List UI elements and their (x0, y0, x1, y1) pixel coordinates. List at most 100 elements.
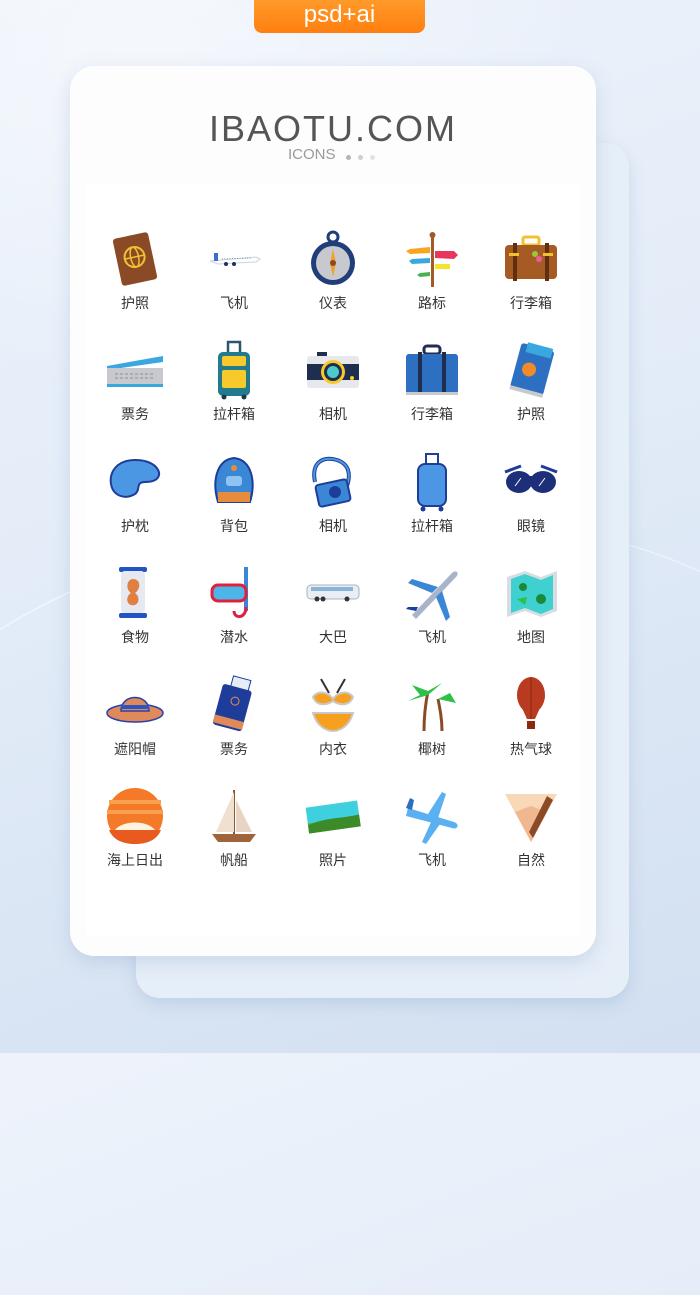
icon-label: 拉杆箱 (411, 519, 453, 535)
icon-label: 自然 (517, 853, 545, 869)
passport-blue-icon (501, 340, 561, 400)
icon-item[interactable]: 热气球 (482, 675, 580, 786)
trolley-case-icon (204, 340, 264, 400)
icon-label: 遮阳帽 (114, 742, 156, 758)
icon-item[interactable]: 内衣 (284, 675, 382, 786)
icon-item[interactable]: 飞机 (383, 563, 481, 674)
icon-item[interactable]: 潜水 (185, 563, 283, 674)
icon-label: 拉杆箱 (213, 407, 255, 423)
sailboat-icon (204, 786, 264, 846)
icon-label: 背包 (220, 519, 248, 535)
icon-item[interactable]: 相机 (284, 452, 382, 563)
hot-air-balloon-icon (501, 675, 561, 735)
camera-icon (303, 340, 363, 400)
icon-item[interactable]: 飞机 (185, 229, 283, 340)
icon-label: 热气球 (510, 742, 552, 758)
icon-item[interactable]: 眼镜 (482, 452, 580, 563)
airplane-grey-icon (402, 563, 462, 623)
photo-icon (303, 786, 363, 846)
icon-item[interactable]: 照片 (284, 786, 382, 897)
tickets-icon (105, 340, 165, 400)
icon-label: 食物 (121, 630, 149, 646)
icon-item[interactable]: 行李箱 (383, 340, 481, 451)
icon-label: 照片 (319, 853, 347, 869)
icon-label: 飞机 (418, 630, 446, 646)
icon-item[interactable]: 护枕 (86, 452, 184, 563)
icon-label: 飞机 (220, 296, 248, 312)
icon-item[interactable]: 行李箱 (482, 229, 580, 340)
icon-label: 行李箱 (510, 296, 552, 312)
icon-label: 潜水 (220, 630, 248, 646)
ticket-passport-icon (204, 675, 264, 735)
sunglasses-icon (501, 452, 561, 512)
backpack-icon (204, 452, 264, 512)
subtitle-row: ICONS (70, 146, 596, 164)
icon-label: 相机 (319, 519, 347, 535)
icon-item[interactable]: 椰树 (383, 675, 481, 786)
icon-item[interactable]: 海上日出 (86, 786, 184, 897)
dot-1 (345, 154, 351, 160)
icon-label: 票务 (220, 742, 248, 758)
trolley-blue-icon (402, 452, 462, 512)
icon-item[interactable]: 票务 (185, 675, 283, 786)
icon-label: 飞机 (418, 853, 446, 869)
icon-item[interactable]: 票务 (86, 340, 184, 451)
icon-item[interactable]: 相机 (284, 340, 382, 451)
palm-trees-icon (402, 675, 462, 735)
icon-item[interactable]: 遮阳帽 (86, 675, 184, 786)
format-badge: psd+ai (254, 0, 425, 33)
icon-item[interactable]: 护照 (482, 340, 580, 451)
map-icon (501, 563, 561, 623)
dots (345, 147, 378, 164)
icon-item[interactable]: 自然 (482, 786, 580, 897)
icon-label: 行李箱 (411, 407, 453, 423)
icon-item[interactable]: 仪表 (284, 229, 382, 340)
neck-pillow-icon (105, 452, 165, 512)
camera-bag-icon (303, 452, 363, 512)
suitcase-blue-icon (402, 340, 462, 400)
icon-label: 票务 (121, 407, 149, 423)
nature-icon (501, 786, 561, 846)
icon-label: 护枕 (121, 519, 149, 535)
icon-label: 椰树 (418, 742, 446, 758)
icon-item[interactable]: 帆船 (185, 786, 283, 897)
sun-hat-icon (105, 675, 165, 735)
compass-icon (303, 229, 363, 289)
snorkel-icon (204, 563, 264, 623)
icon-label: 路标 (418, 296, 446, 312)
icon-label: 海上日出 (107, 853, 163, 869)
icon-label: 护照 (517, 407, 545, 423)
dot-2 (357, 154, 363, 160)
suitcase-icon (501, 229, 561, 289)
icon-item[interactable]: 食物 (86, 563, 184, 674)
site-title: IBAOTU.COM (208, 108, 457, 149)
signpost-icon (402, 229, 462, 289)
dot-3 (370, 154, 376, 160)
subtitle-text: ICONS (287, 146, 336, 163)
icon-item[interactable]: 路标 (383, 229, 481, 340)
bus-icon (303, 563, 363, 623)
icon-label: 地图 (517, 630, 545, 646)
icon-item[interactable]: 背包 (185, 452, 283, 563)
icon-label: 护照 (121, 296, 149, 312)
icon-item[interactable]: 护照 (86, 229, 184, 340)
airplane-icon (204, 229, 264, 289)
icon-item[interactable]: 拉杆箱 (185, 340, 283, 451)
icon-item[interactable]: 大巴 (284, 563, 382, 674)
airplane-light-icon (402, 786, 462, 846)
icon-label: 相机 (319, 407, 347, 423)
icon-label: 眼镜 (517, 519, 545, 535)
icon-card: IBAOTU.COM ICONS 护照 飞机 仪表 路标 行李箱 票务 拉杆箱 相机 行李箱 护照… (70, 66, 596, 956)
icon-item[interactable]: 地图 (482, 563, 580, 674)
icon-item[interactable]: 飞机 (383, 786, 481, 897)
icon-label: 帆船 (220, 853, 248, 869)
passport-icon (105, 229, 165, 289)
icon-panel: 护照 飞机 仪表 路标 行李箱 票务 拉杆箱 相机 行李箱 护照 护枕 背包 相机 拉杆箱 眼镜 食物 潜水 大巴… (86, 183, 580, 935)
food-bag-icon (105, 563, 165, 623)
bikini-icon (303, 675, 363, 735)
icon-label: 大巴 (319, 630, 347, 646)
icon-item[interactable]: 拉杆箱 (383, 452, 481, 563)
icon-label: 内衣 (319, 742, 347, 758)
sunrise-icon (105, 786, 165, 846)
icon-label: 仪表 (319, 296, 347, 312)
